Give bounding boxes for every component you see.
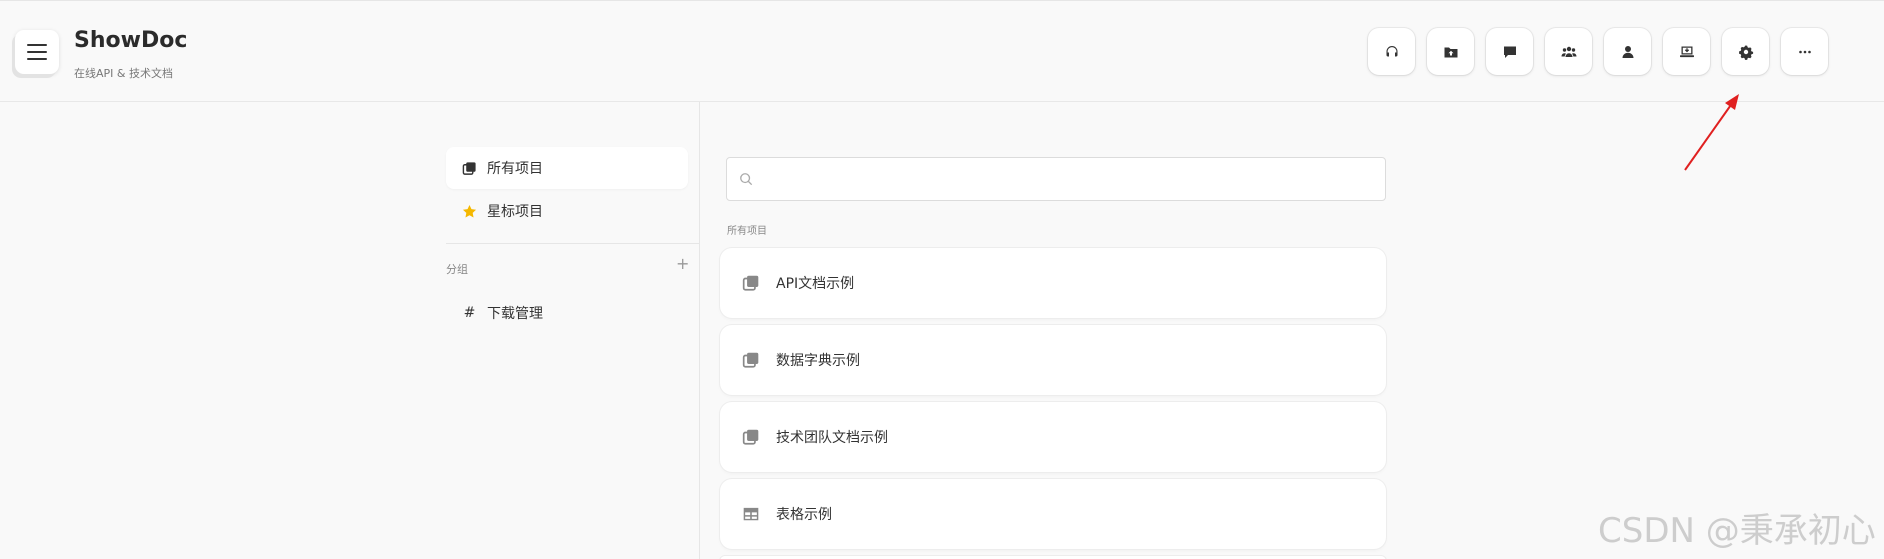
annotation-arrow [1684,94,1739,171]
headset-icon [1386,45,1397,56]
menu-bar [27,44,47,46]
app-title: ShowDoc [74,28,188,53]
project-card-team-doc[interactable]: 技术团队文档示例 [720,402,1386,472]
search-box[interactable] [726,157,1386,201]
more-button[interactable] [1781,28,1828,75]
sidebar-group-label: 下载管理 [487,306,543,322]
project-title: API文档示例 [776,276,855,292]
hash-icon: # [463,305,476,321]
project-card-data-dictionary[interactable]: 数据字典示例 [720,325,1386,395]
project-icon [742,275,759,291]
toolbar [1368,28,1828,75]
profile-button[interactable] [1604,28,1651,75]
project-icon [742,352,759,368]
app-subtitle: 在线API & 技术文档 [74,67,173,80]
sidebar-item-label: 所有项目 [487,161,543,177]
table-icon [743,507,759,521]
project-icon [742,429,759,445]
sidebar-separator [446,243,699,244]
search-icon [740,173,753,186]
client-download-button[interactable] [1663,28,1710,75]
projects-icon [462,161,476,175]
feedback-button[interactable] [1486,28,1533,75]
group-section-label: 分组 [446,263,468,276]
star-icon [462,204,477,217]
project-title: 技术团队文档示例 [776,430,888,446]
user-icon [1622,45,1633,58]
watermark: CSDN @秉承初心 [1598,511,1876,551]
sidebar-item-all-projects[interactable]: 所有项目 [446,147,688,189]
sidebar-item-starred-projects[interactable]: 星标项目 [446,190,688,232]
add-group-button[interactable]: + [676,254,689,273]
header: ShowDoc 在线API & 技术文档 [0,0,1884,102]
settings-button[interactable] [1722,28,1769,75]
download-icon [1679,46,1694,57]
menu-bar [27,58,47,60]
sidebar-group-download-management[interactable]: # 下载管理 [446,292,688,334]
chat-icon [1503,46,1516,58]
project-card-api-doc[interactable]: API文档示例 [720,248,1386,318]
search-input[interactable] [761,159,1361,199]
sidebar-item-label: 星标项目 [487,204,543,220]
folder-upload-icon [1444,47,1457,57]
team-button[interactable] [1545,28,1592,75]
support-button[interactable] [1368,28,1415,75]
project-title: 表格示例 [776,507,832,523]
project-card-table[interactable]: 表格示例 [720,479,1386,549]
menu-button[interactable] [15,30,59,74]
more-icon [1798,50,1811,53]
project-title: 数据字典示例 [776,353,860,369]
menu-bar [27,51,47,53]
gear-icon [1738,45,1753,60]
team-icon [1561,46,1576,57]
sidebar-divider [699,102,700,559]
section-label: 所有项目 [727,226,767,237]
import-button[interactable] [1427,28,1474,75]
